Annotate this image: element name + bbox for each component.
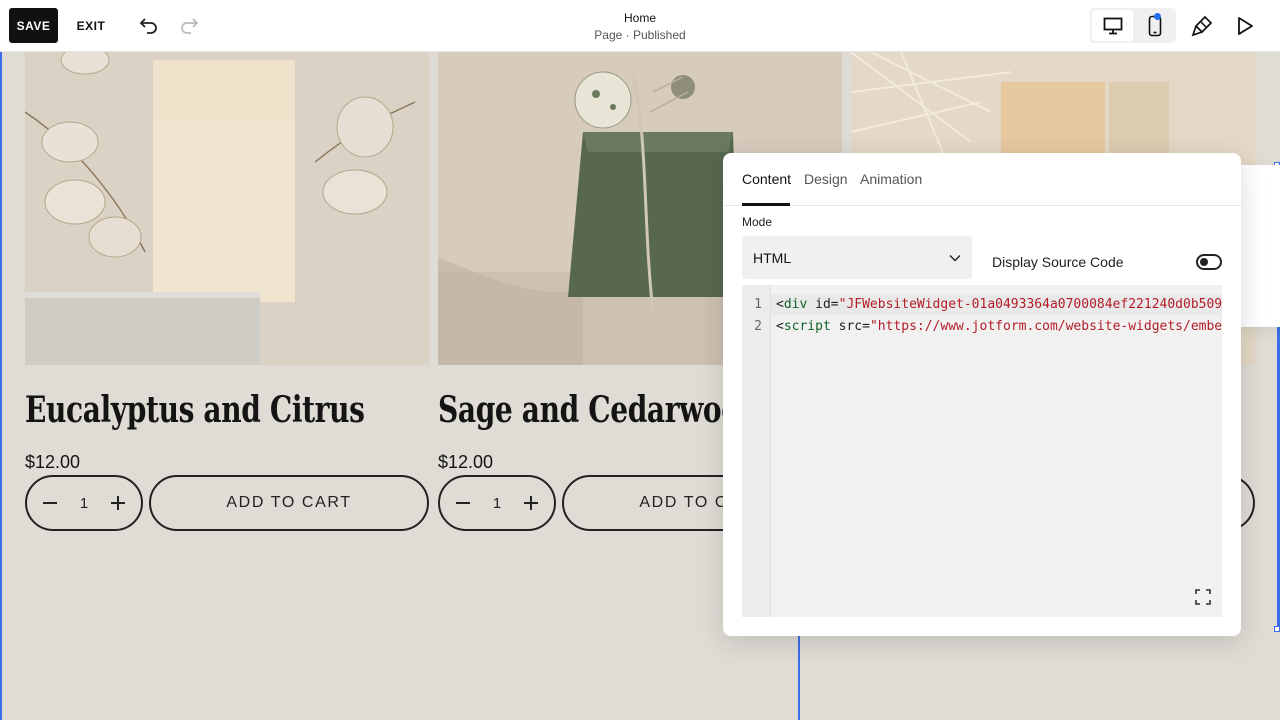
desktop-icon[interactable]: [1092, 10, 1133, 41]
active-tab-indicator: [742, 203, 790, 206]
code-block-panel: Content Design Animation Mode HTML Displ…: [723, 153, 1241, 636]
device-switcher: [1090, 8, 1176, 43]
mobile-icon[interactable]: [1135, 10, 1174, 41]
code-attr: id: [815, 297, 831, 312]
panel-tabs: Content Design Animation: [723, 153, 1241, 206]
chevron-down-icon: [949, 249, 961, 267]
product-price: $12.00: [25, 452, 81, 472]
save-button[interactable]: SAVE: [9, 8, 58, 43]
plus-icon[interactable]: [520, 492, 542, 514]
line-gutter: [742, 285, 771, 617]
code-string: "JFWebsiteWidget-01a0493364a0700084ef221…: [838, 297, 1222, 312]
code-tag: div: [783, 297, 808, 312]
tab-animation[interactable]: Animation: [860, 171, 922, 187]
product-title[interactable]: Eucalyptus and Citrus: [25, 387, 365, 433]
minus-icon[interactable]: [39, 492, 61, 514]
code-line[interactable]: <script src="https://www.jotform.com/web…: [776, 319, 1222, 334]
notification-dot: [1154, 13, 1161, 20]
line-number: 2: [754, 319, 762, 334]
page-status: Page · Published: [594, 28, 686, 42]
quantity-value[interactable]: 1: [493, 495, 501, 512]
exit-button[interactable]: EXIT: [70, 8, 112, 43]
minus-icon[interactable]: [452, 492, 474, 514]
redo-icon[interactable]: [176, 13, 202, 39]
resize-handle[interactable]: [1274, 626, 1280, 632]
editor-toolbar: SAVE EXIT Home Page · Published: [0, 0, 1280, 52]
quantity-stepper[interactable]: 1: [438, 475, 556, 531]
code-string: "https://www.jotform.com/website-widgets…: [869, 319, 1222, 334]
expand-icon[interactable]: [1195, 589, 1211, 605]
tab-content[interactable]: Content: [742, 171, 791, 187]
selected-block[interactable]: [1241, 165, 1280, 327]
paintbrush-icon[interactable]: [1189, 13, 1215, 39]
undo-icon[interactable]: [136, 13, 162, 39]
display-source-toggle[interactable]: [1196, 254, 1222, 270]
code-line[interactable]: <div id="JFWebsiteWidget-01a0493364a0700…: [776, 297, 1222, 312]
product-image[interactable]: [25, 52, 429, 365]
display-source-label: Display Source Code: [992, 254, 1124, 270]
code-attr: src: [838, 319, 863, 334]
product-card[interactable]: Eucalyptus and Citrus $12.00: [25, 52, 429, 472]
toggle-knob: [1200, 258, 1208, 266]
mode-select[interactable]: HTML: [742, 236, 972, 279]
quantity-value[interactable]: 1: [80, 495, 88, 512]
play-icon[interactable]: [1232, 13, 1258, 39]
mode-label: Mode: [742, 215, 773, 229]
product-title[interactable]: Sage and Cedarwood: [438, 387, 759, 433]
selection-outline: [0, 52, 2, 720]
code-editor[interactable]: 1 2 <div id="JFWebsiteWidget-01a0493364a…: [742, 285, 1222, 617]
plus-icon[interactable]: [107, 492, 129, 514]
add-to-cart-button[interactable]: ADD TO CART: [149, 475, 429, 531]
line-number: 1: [754, 297, 762, 312]
code-tag: script: [783, 319, 831, 334]
selection-outline: [798, 630, 800, 720]
quantity-stepper[interactable]: 1: [25, 475, 143, 531]
page-info[interactable]: Home Page · Published: [540, 11, 740, 43]
tab-design[interactable]: Design: [804, 171, 848, 187]
page-title: Home: [623, 11, 656, 25]
mode-value: HTML: [753, 249, 792, 266]
